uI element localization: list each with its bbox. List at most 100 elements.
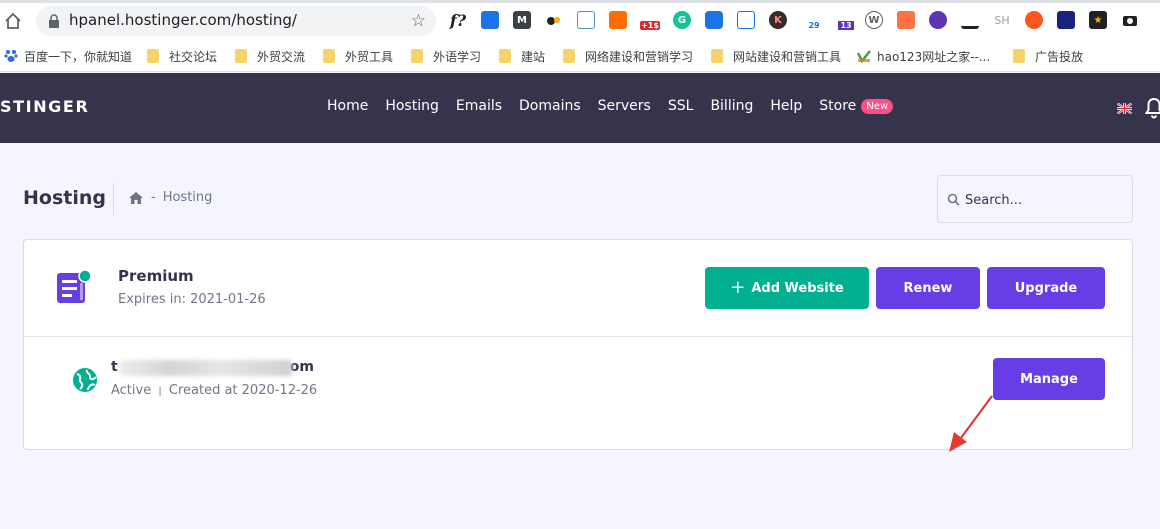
nav-emails[interactable]: Emails (456, 98, 502, 114)
grammarly-extension-icon[interactable]: G (673, 11, 691, 29)
bookmark-folder-web-learning[interactable]: 网络建设和营销学习 (563, 47, 693, 65)
bookmark-folder-ads[interactable]: 广告投放 (1013, 47, 1083, 65)
bookmark-hao123[interactable]: hao123网址之家--... (857, 47, 990, 65)
created-date: Created at 2020-12-26 (168, 383, 318, 398)
url-text[interactable]: hpanel.hostinger.com/hosting/ (69, 11, 297, 29)
plan-server-icon (57, 269, 92, 303)
folder-icon (499, 49, 511, 63)
status-badge: Active (111, 383, 152, 398)
domain-end: om (289, 359, 314, 375)
bookmark-folder-trade-tools[interactable]: 外贸工具 (323, 47, 393, 65)
bookmark-folder-language[interactable]: 外语学习 (411, 47, 481, 65)
baidu-paw-icon (4, 50, 18, 62)
breadcrumb: - Hosting (128, 190, 212, 205)
rss-extension-icon[interactable] (705, 11, 723, 29)
bookmark-baidu[interactable]: 百度一下，你就知道 (4, 47, 132, 65)
folder-icon (323, 49, 335, 63)
money-badge: +1$ (640, 20, 660, 30)
home-icon[interactable] (3, 11, 23, 31)
upgrade-button[interactable]: Upgrade (987, 267, 1105, 309)
folder-icon (147, 49, 159, 63)
breadcrumb-separator: - (151, 190, 156, 205)
folder-icon (1013, 49, 1025, 63)
lock-icon (49, 14, 59, 28)
nav-ssl[interactable]: SSL (668, 98, 694, 114)
bookmark-label: 广告投放 (1035, 49, 1084, 64)
globe-icon (73, 368, 97, 392)
folder-icon (711, 49, 723, 63)
window-extension-icon[interactable] (577, 11, 595, 29)
nav-servers[interactable]: Servers (598, 98, 651, 114)
k-extension-icon[interactable]: K (769, 11, 787, 29)
money-extension-icon[interactable]: +1$ (640, 11, 660, 30)
star-extension-icon[interactable]: 29 (801, 11, 820, 30)
bookmarks-bar: 百度一下，你就知道 社交论坛 外贸交流 外贸工具 外语学习 建站 网络建设和营销… (0, 40, 1160, 72)
bookmark-label: 网络建设和营销学习 (585, 49, 694, 64)
add-website-button[interactable]: + Add Website (705, 267, 869, 309)
browser-toolbar: hpanel.hostinger.com/hosting/ ☆ f? M +1$… (0, 0, 1160, 40)
cap-badge: 13 (838, 21, 854, 30)
main-nav: Home Hosting Emails Domains Servers SSL … (327, 98, 894, 114)
bookmark-label: 外贸工具 (345, 49, 394, 64)
bookmark-label: 外语学习 (433, 49, 482, 64)
wordpress-extension-icon[interactable]: W (865, 11, 883, 29)
search-input[interactable] (965, 189, 1125, 211)
search-box[interactable] (937, 175, 1133, 223)
nav-billing[interactable]: Billing (710, 98, 753, 114)
favorite-extension-icon[interactable]: ★ (1089, 11, 1107, 29)
plan-name: Premium (118, 267, 194, 285)
manage-button[interactable]: Manage (993, 358, 1105, 400)
star-badge: 29 (808, 21, 820, 30)
page-title: Hosting (23, 187, 106, 209)
camera-extension-icon[interactable] (1121, 11, 1139, 29)
title-divider (113, 183, 114, 215)
code-extension-icon[interactable] (737, 11, 755, 29)
nav-store[interactable]: Store (819, 98, 856, 114)
nav-home[interactable]: Home (327, 98, 368, 114)
annotation-arrow-icon (949, 395, 993, 452)
search-icon (947, 193, 960, 206)
trend-extension-icon[interactable] (609, 11, 627, 29)
tab-strip-edge (0, 0, 1160, 3)
cap-extension-icon[interactable]: 13 (833, 11, 854, 30)
hao123-icon (857, 50, 871, 63)
bookmark-label: 社交论坛 (169, 49, 218, 64)
domain-start: t (111, 359, 118, 375)
nav-domains[interactable]: Domains (519, 98, 581, 114)
bookmark-folder-site[interactable]: 建站 (499, 47, 545, 65)
address-bar[interactable]: hpanel.hostinger.com/hosting/ ☆ (36, 6, 436, 36)
renew-button[interactable]: Renew (876, 267, 980, 309)
add-website-label: Add Website (751, 280, 844, 296)
brand-logo[interactable]: STINGER (0, 97, 89, 116)
domain-redaction-blur (120, 360, 292, 376)
bookmark-star-icon[interactable]: ☆ (411, 11, 426, 31)
folder-icon (563, 49, 575, 63)
m-extension-icon[interactable]: M (513, 11, 531, 29)
car-extension-icon[interactable] (961, 11, 979, 29)
function-extension-icon[interactable]: f? (449, 11, 467, 30)
status-separator: | (158, 386, 162, 397)
bookmark-label: hao123网址之家--... (877, 49, 991, 64)
bookmark-label: 外贸交流 (257, 49, 306, 64)
bell-icon[interactable] (1145, 97, 1160, 119)
bookmark-folder-web-tools[interactable]: 网站建设和营销工具 (711, 47, 841, 65)
eye-extension-icon[interactable] (545, 11, 563, 29)
home-breadcrumb-icon[interactable] (128, 191, 144, 205)
website-status-line: Active | Created at 2020-12-26 (111, 383, 317, 398)
nav-help[interactable]: Help (770, 98, 802, 114)
s-extension-icon[interactable] (929, 11, 947, 29)
nav-hosting[interactable]: Hosting (385, 98, 439, 114)
uk-flag-icon[interactable] (1117, 103, 1132, 114)
bookmark-folder-trade[interactable]: 外贸交流 (235, 47, 305, 65)
plus-icon: + (730, 277, 746, 298)
tablet-extension-icon[interactable] (1057, 11, 1075, 29)
bookmark-folder-social[interactable]: 社交论坛 (147, 47, 217, 65)
folder-icon (235, 49, 247, 63)
pen-extension-icon[interactable] (1025, 11, 1043, 29)
chart-extension-icon[interactable] (481, 11, 499, 29)
lighthouse-extension-icon[interactable] (897, 11, 915, 29)
bookmark-label: 建站 (521, 49, 546, 64)
sh-extension-icon[interactable]: SH (993, 11, 1011, 29)
plan-expiry: Expires in: 2021-01-26 (118, 292, 266, 307)
card-divider (24, 336, 1132, 337)
